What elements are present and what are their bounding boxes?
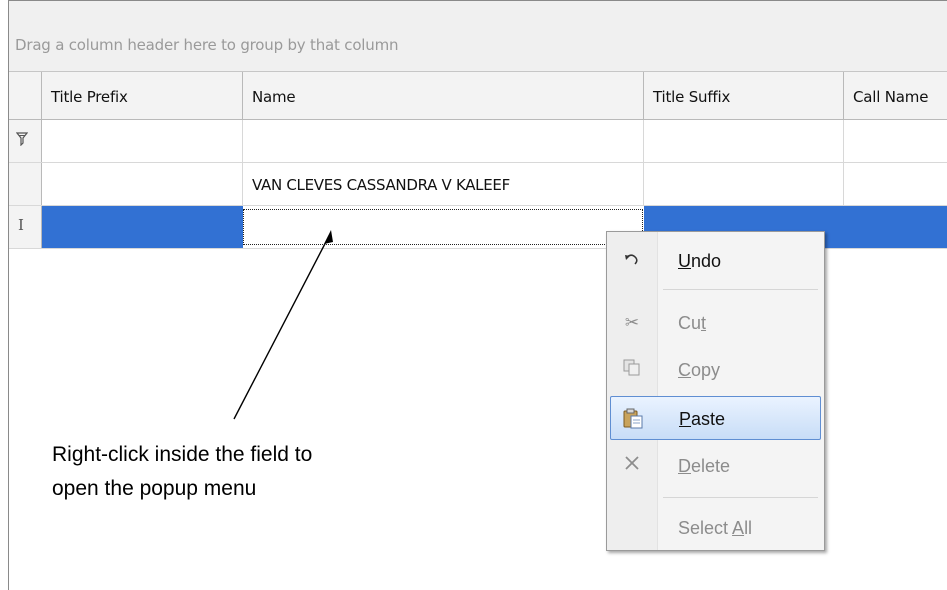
undo-icon bbox=[620, 249, 644, 273]
menu-separator bbox=[663, 289, 818, 290]
menu-item-select-all[interactable]: Select All bbox=[610, 506, 821, 550]
annotation-text: Right-click inside the field to open the… bbox=[52, 438, 312, 506]
menu-separator bbox=[663, 497, 818, 498]
menu-item-paste[interactable]: Paste bbox=[610, 396, 821, 440]
menu-item-cut[interactable]: ✂ Cut bbox=[610, 301, 821, 345]
copy-icon bbox=[620, 358, 644, 382]
clipboard-icon bbox=[621, 407, 645, 431]
context-menu: Undo ✂ Cut Copy Paste Delete Select All bbox=[606, 231, 825, 551]
menu-item-copy[interactable]: Copy bbox=[610, 348, 821, 392]
menu-item-delete[interactable]: Delete bbox=[610, 444, 821, 488]
menu-item-undo[interactable]: Undo bbox=[610, 239, 821, 283]
annotation-line-2: open the popup menu bbox=[52, 477, 257, 500]
annotation-line-1: Right-click inside the field to bbox=[52, 443, 313, 466]
delete-icon bbox=[620, 454, 644, 478]
scissors-icon: ✂ bbox=[624, 313, 640, 332]
